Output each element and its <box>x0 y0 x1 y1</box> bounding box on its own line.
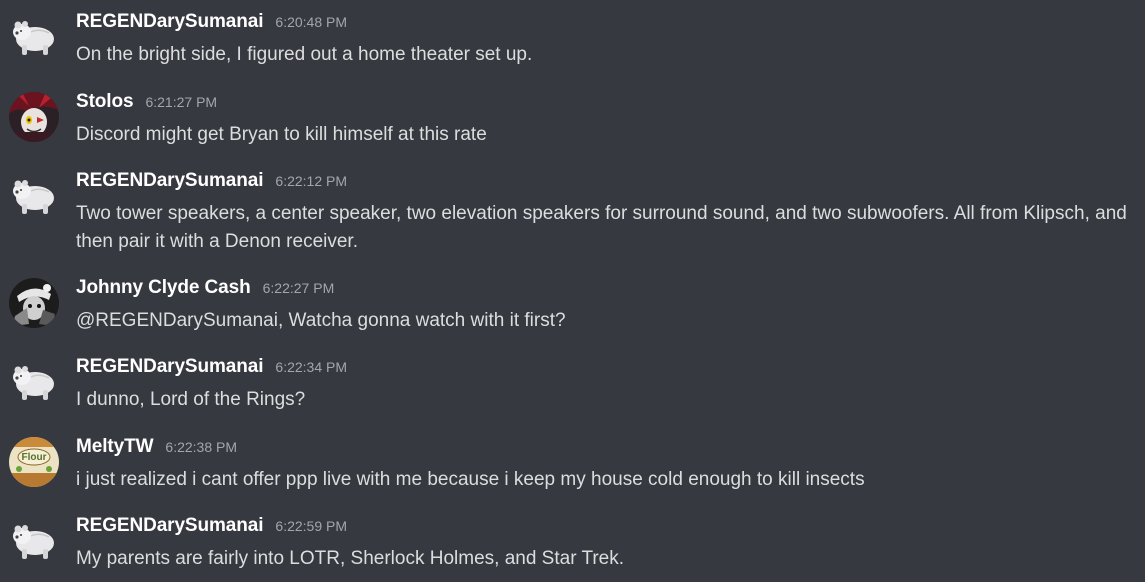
username[interactable]: Stolos <box>76 91 134 112</box>
message-text: Two tower speakers, a center speaker, tw… <box>76 203 1127 252</box>
message-header: REGENDarySumanai 6:22:12 PM <box>76 170 347 192</box>
avatar-polar-bear[interactable] <box>9 12 59 62</box>
timestamp: 6:20:48 PM <box>275 14 348 30</box>
timestamp: 6:22:12 PM <box>275 173 348 189</box>
username[interactable]: REGENDarySumanai <box>76 11 264 32</box>
timestamp: 6:22:27 PM <box>262 280 335 296</box>
message-header: REGENDarySumanai 6:20:48 PM <box>76 11 347 33</box>
message-header: REGENDarySumanai 6:22:34 PM <box>76 356 347 378</box>
flour-label: Flour <box>22 452 47 463</box>
avatar-flour-bag[interactable]: Flour <box>9 437 59 487</box>
avatar-character[interactable] <box>9 92 59 142</box>
avatar-polar-bear[interactable] <box>9 516 59 566</box>
username[interactable]: MeltyTW <box>76 436 154 457</box>
username[interactable]: REGENDarySumanai <box>76 170 264 191</box>
message-header: REGENDarySumanai 6:22:59 PM <box>76 515 347 537</box>
avatar-polar-bear[interactable] <box>9 357 59 407</box>
username[interactable]: Johnny Clyde Cash <box>76 277 251 298</box>
timestamp: 6:22:34 PM <box>275 359 348 375</box>
message-text: I dunno, Lord of the Rings? <box>76 389 306 410</box>
message-text: Discord might get Bryan to kill himself … <box>76 124 487 145</box>
username[interactable]: REGENDarySumanai <box>76 356 264 377</box>
message-text: On the bright side, I figured out a home… <box>76 44 533 65</box>
message-text: My parents are fairly into LOTR, Sherloc… <box>76 548 625 569</box>
chat-message-list: REGENDarySumanai 6:20:48 PM On the bright… <box>0 0 1145 582</box>
message-header: MeltyTW 6:22:38 PM <box>76 436 237 458</box>
avatar-polar-bear[interactable] <box>9 171 59 221</box>
message-header: Stolos 6:21:27 PM <box>76 91 217 113</box>
message-text: i just realized i cant offer ppp live wi… <box>76 469 865 490</box>
avatar-bw[interactable] <box>9 278 59 328</box>
username[interactable]: REGENDarySumanai <box>76 515 264 536</box>
timestamp: 6:22:38 PM <box>165 439 238 455</box>
message-header: Johnny Clyde Cash 6:22:27 PM <box>76 277 334 299</box>
message-text: @REGENDarySumanai, Watcha gonna watch wi… <box>76 310 566 331</box>
timestamp: 6:22:59 PM <box>275 518 348 534</box>
timestamp: 6:21:27 PM <box>145 94 218 110</box>
